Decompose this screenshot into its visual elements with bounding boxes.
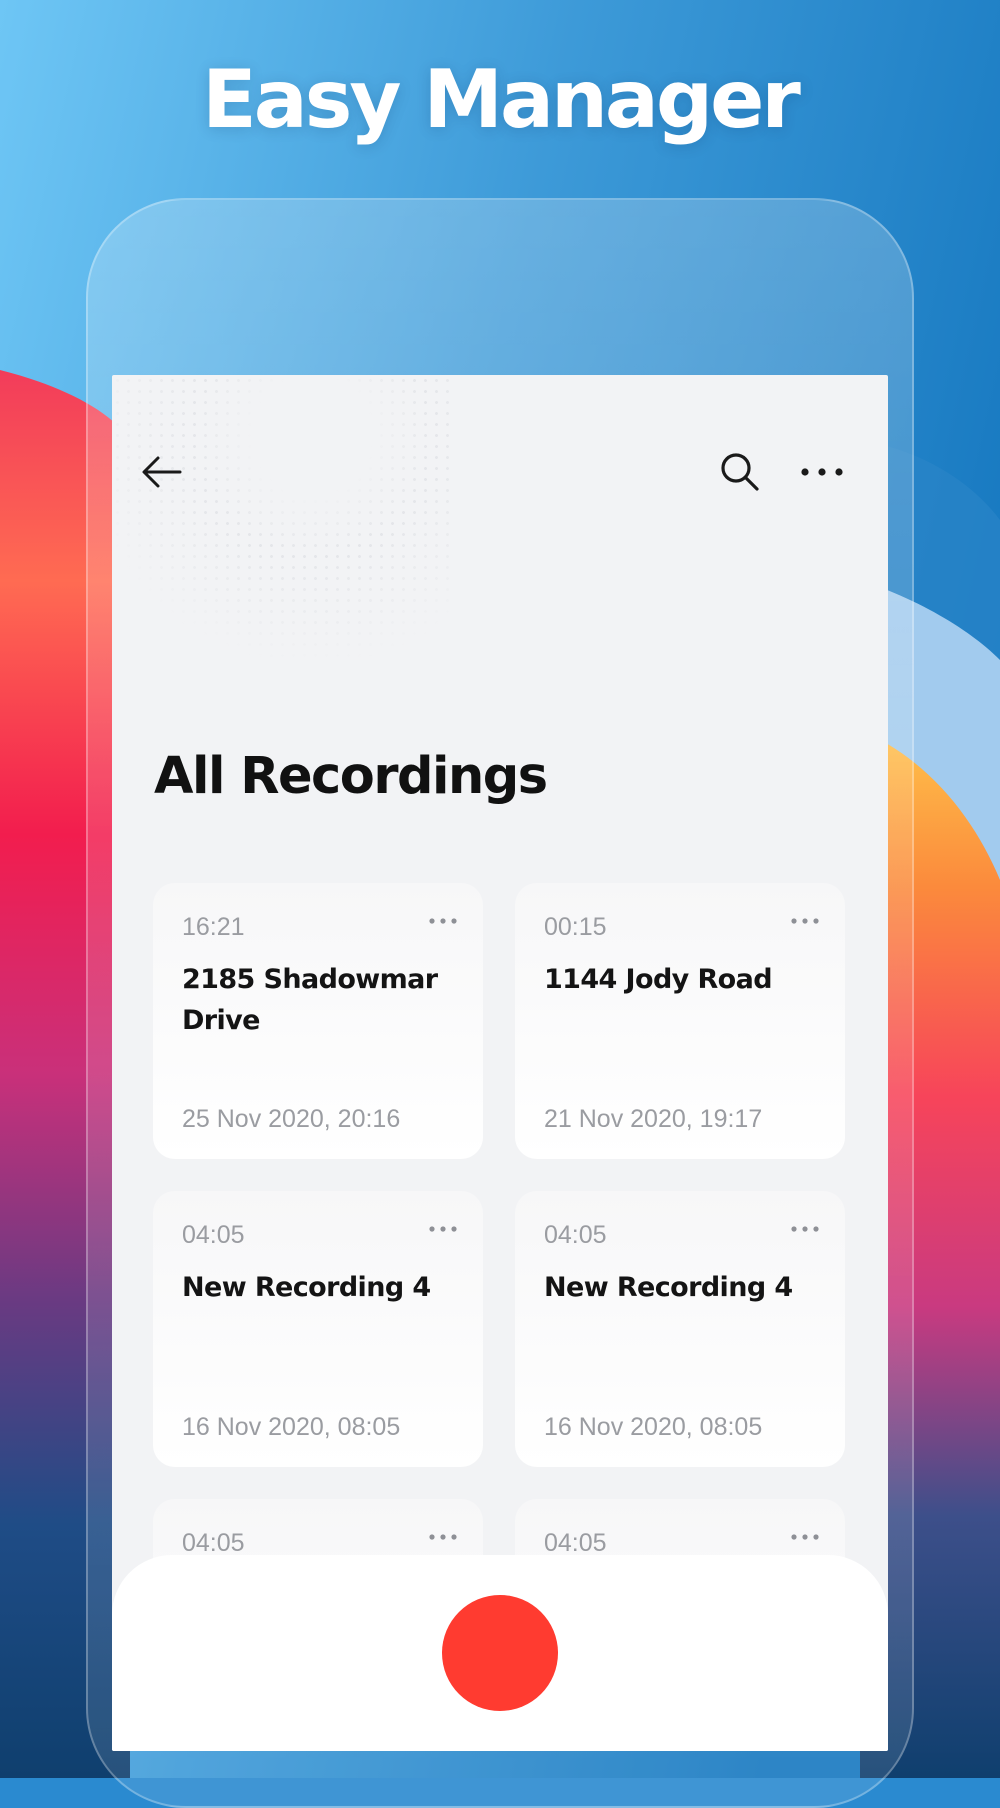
- record-button[interactable]: [442, 1595, 558, 1711]
- app-screen: All Recordings 16:21 2185 Shadowmar Driv…: [112, 375, 888, 1751]
- card-more-button[interactable]: [787, 1217, 823, 1241]
- dot-pattern-decoration: [112, 375, 452, 735]
- more-horizontal-icon: [429, 1226, 457, 1232]
- search-button[interactable]: [710, 442, 770, 502]
- more-horizontal-icon: [791, 918, 819, 924]
- recording-card[interactable]: 16:21 2185 Shadowmar Drive 25 Nov 2020, …: [153, 883, 483, 1159]
- arrow-left-icon: [142, 456, 182, 488]
- recording-duration: 04:05: [544, 1221, 607, 1249]
- recording-date: 21 Nov 2020, 19:17: [544, 1105, 763, 1133]
- card-more-button[interactable]: [787, 909, 823, 933]
- recording-title: 2185 Shadowmar Drive: [182, 964, 438, 1036]
- card-more-button[interactable]: [425, 1525, 461, 1549]
- recording-duration: 16:21: [182, 913, 245, 941]
- recording-duration: 00:15: [544, 913, 607, 941]
- headline: Easy Manager: [202, 53, 801, 146]
- card-more-button[interactable]: [425, 909, 461, 933]
- more-horizontal-icon: [801, 468, 843, 476]
- recording-card[interactable]: 04:05 New Recording 4 16 Nov 2020, 08:05: [515, 1191, 845, 1467]
- more-horizontal-icon: [791, 1534, 819, 1540]
- recording-card[interactable]: 00:15 1144 Jody Road 21 Nov 2020, 19:17: [515, 883, 845, 1159]
- back-button[interactable]: [132, 442, 192, 502]
- recording-duration: 04:05: [182, 1529, 245, 1557]
- more-options-button[interactable]: [792, 442, 852, 502]
- recording-duration: 04:05: [182, 1221, 245, 1249]
- recording-date: 16 Nov 2020, 08:05: [182, 1413, 401, 1441]
- more-horizontal-icon: [429, 918, 457, 924]
- more-horizontal-icon: [791, 1226, 819, 1232]
- recording-date: 25 Nov 2020, 20:16: [182, 1105, 401, 1133]
- page-title: All Recordings: [154, 747, 548, 806]
- more-horizontal-icon: [429, 1534, 457, 1540]
- recording-date: 16 Nov 2020, 08:05: [544, 1413, 763, 1441]
- recording-title: 1144 Jody Road: [544, 964, 773, 995]
- recording-title: New Recording 4: [182, 1272, 431, 1303]
- recording-title: New Recording 4: [544, 1272, 793, 1303]
- bottom-record-bar: [112, 1555, 888, 1751]
- card-more-button[interactable]: [425, 1217, 461, 1241]
- recording-duration: 04:05: [544, 1529, 607, 1557]
- card-more-button[interactable]: [787, 1525, 823, 1549]
- recording-card[interactable]: 04:05 New Recording 4 16 Nov 2020, 08:05: [153, 1191, 483, 1467]
- search-icon: [721, 453, 759, 491]
